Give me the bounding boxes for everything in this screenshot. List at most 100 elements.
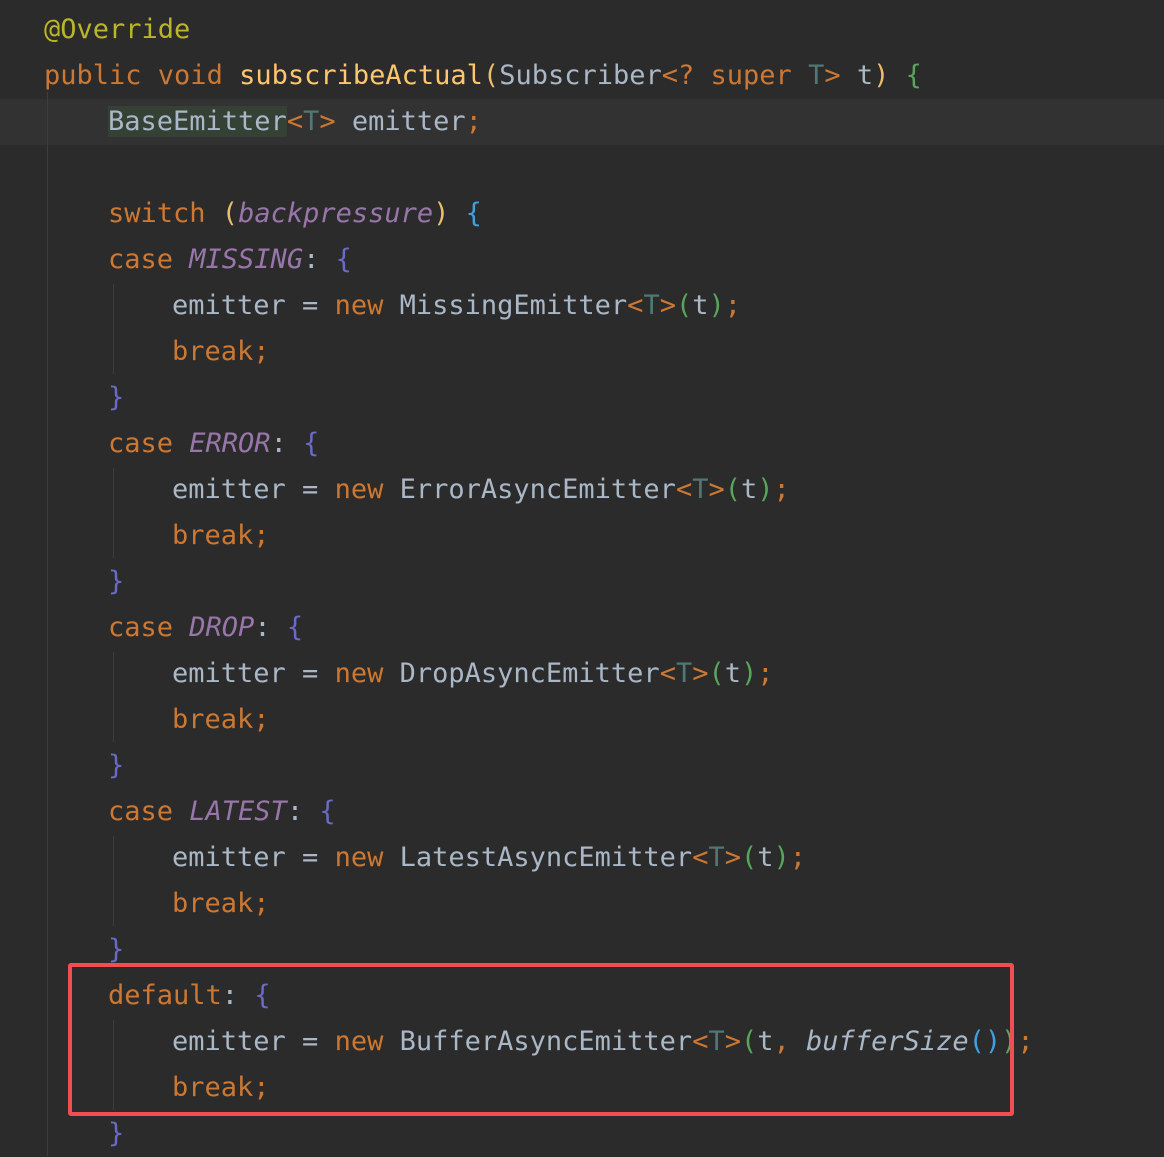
code-token: (	[482, 60, 500, 91]
code-line-content: }	[108, 375, 124, 421]
code-line[interactable]: }	[0, 1111, 1164, 1157]
code-editor[interactable]: } break; emitter = new BufferAsyncEmitter<…	[0, 0, 1164, 1156]
code-token: )	[873, 60, 906, 91]
code-line[interactable]: BaseEmitter<T> emitter;	[0, 99, 1164, 145]
code-token: ;	[465, 106, 482, 137]
indent-guide-case-error	[113, 468, 114, 558]
code-line[interactable]: }	[0, 375, 1164, 421]
code-token: =	[302, 842, 335, 873]
code-token: ;	[789, 842, 807, 873]
code-token: }	[108, 934, 125, 965]
code-line-content: }	[108, 743, 124, 789]
code-token: new	[334, 842, 400, 873]
code-token: new	[334, 290, 400, 321]
code-line[interactable]: emitter = new MissingEmitter<T>(t);	[0, 283, 1164, 329]
code-line[interactable]: case ERROR: {	[0, 421, 1164, 467]
code-token: }	[108, 1118, 125, 1149]
code-token: =	[302, 658, 335, 689]
code-token: (	[675, 290, 693, 321]
indent-guide-case-drop	[113, 652, 114, 742]
code-line-content: break;	[172, 329, 270, 375]
code-token: LatestAsyncEmitter	[399, 842, 693, 873]
code-line-content: case DROP: {	[108, 605, 303, 651]
code-token: )	[433, 198, 466, 229]
code-token: DropAsyncEmitter	[399, 658, 660, 689]
code-token: void	[157, 60, 240, 91]
code-token: :	[270, 428, 304, 459]
code-line[interactable]: emitter = new LatestAsyncEmitter<T>(t);	[0, 835, 1164, 881]
code-token: t	[741, 474, 758, 505]
code-line[interactable]: break;	[0, 881, 1164, 927]
code-line-content: @Override	[44, 7, 190, 53]
code-token: case	[108, 796, 190, 827]
code-token: >	[724, 842, 741, 873]
code-token: T	[692, 474, 709, 505]
code-token: MISSING	[189, 244, 304, 275]
code-line[interactable]: break;	[0, 329, 1164, 375]
code-line[interactable]: emitter = new ErrorAsyncEmitter<T>(t);	[0, 467, 1164, 513]
code-line-content: public void subscribeActual(Subscriber<?…	[44, 53, 922, 99]
code-line[interactable]: switch (backpressure) {	[0, 191, 1164, 237]
code-token: <	[692, 842, 709, 873]
code-token: (	[741, 842, 758, 873]
code-line[interactable]: emitter = new DropAsyncEmitter<T>(t);	[0, 651, 1164, 697]
code-line[interactable]: case DROP: {	[0, 605, 1164, 651]
code-token: {	[335, 244, 352, 275]
code-token: {	[905, 60, 922, 91]
code-token: :	[303, 244, 336, 275]
code-token: )	[708, 290, 725, 321]
code-line-content: break;	[172, 697, 270, 743]
code-token: t	[856, 60, 874, 91]
code-token: }	[108, 382, 125, 413]
code-line[interactable]: break;	[0, 697, 1164, 743]
code-token: )	[757, 474, 774, 505]
code-line[interactable]: public void subscribeActual(Subscriber<?…	[0, 53, 1164, 99]
code-token: {	[286, 612, 304, 643]
code-line-content: case MISSING: {	[108, 237, 352, 283]
code-line[interactable]: }	[0, 559, 1164, 605]
code-line[interactable]: }	[0, 743, 1164, 789]
code-line-content: break;	[172, 881, 270, 927]
code-token: ;	[757, 658, 774, 689]
code-token: subscribeActual	[239, 60, 483, 91]
code-token: t	[724, 658, 742, 689]
code-token: BaseEmitter	[108, 106, 287, 137]
code-token: =	[302, 290, 335, 321]
code-token: >	[708, 474, 725, 505]
code-token: {	[465, 198, 482, 229]
code-token: ;	[773, 474, 790, 505]
code-line[interactable]: @Override	[0, 7, 1164, 53]
code-token: )	[741, 658, 758, 689]
code-token: emitter	[172, 842, 303, 873]
code-line[interactable]	[0, 145, 1164, 191]
code-token: T	[303, 106, 320, 137]
code-token: new	[334, 658, 400, 689]
code-token: :	[254, 612, 287, 643]
code-token: >	[659, 290, 676, 321]
code-token: emitter	[351, 106, 466, 137]
code-line[interactable]: break;	[0, 513, 1164, 559]
code-line[interactable]: case LATEST: {	[0, 789, 1164, 835]
code-line-content: emitter = new ErrorAsyncEmitter<T>(t);	[172, 467, 790, 513]
code-line[interactable]: case MISSING: {	[0, 237, 1164, 283]
code-line-content: }	[108, 1111, 124, 1157]
code-token: }	[108, 750, 125, 781]
code-line-content: case ERROR: {	[108, 421, 319, 467]
code-token: ;	[253, 704, 270, 735]
code-token: break	[172, 520, 254, 551]
code-token: DROP	[189, 612, 255, 643]
code-token: super	[710, 60, 809, 91]
code-token: <?	[661, 60, 711, 91]
code-token: t	[757, 842, 774, 873]
code-token: ErrorAsyncEmitter	[399, 474, 676, 505]
code-token: T	[708, 842, 725, 873]
code-token: T	[675, 658, 693, 689]
code-token: <	[675, 474, 693, 505]
indent-guide-case-missing	[113, 284, 114, 374]
indent-guide-method	[47, 92, 48, 1156]
code-token: new	[334, 474, 400, 505]
code-token: emitter	[172, 474, 303, 505]
code-token: backpressure	[238, 198, 434, 229]
code-token: >	[824, 60, 857, 91]
code-token: Subscriber	[499, 60, 662, 91]
